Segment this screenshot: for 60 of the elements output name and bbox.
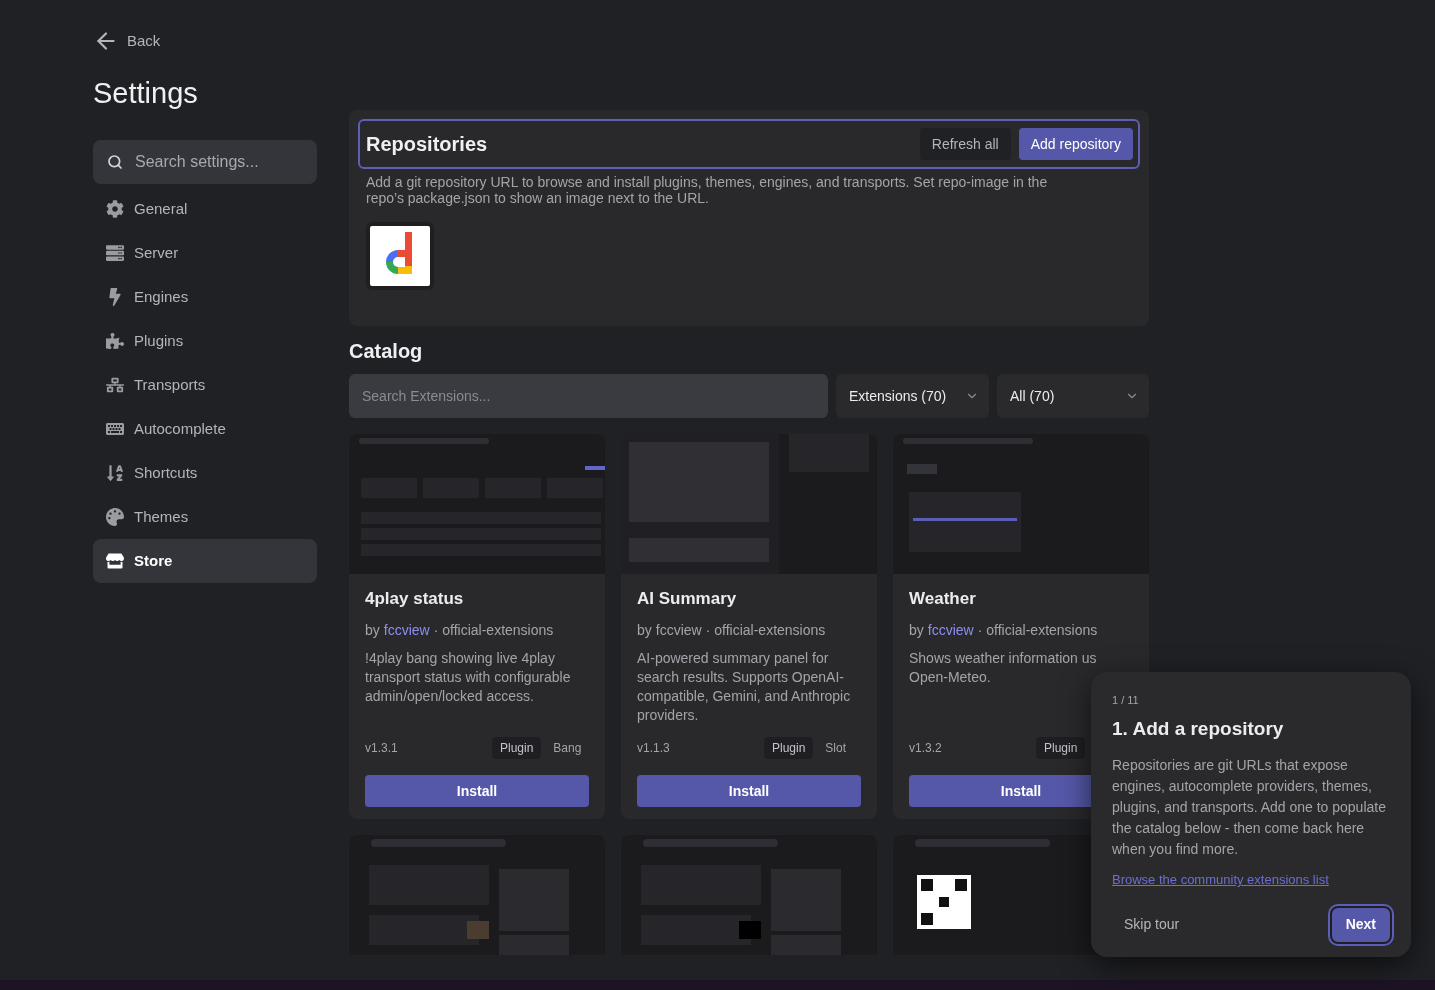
search-field[interactable]: Search settings... [93,140,317,184]
install-button[interactable]: Install [365,775,589,807]
search-icon [107,154,123,170]
sidebar-item[interactable]: Plugins [93,319,317,363]
sidebar-item[interactable]: General [93,187,317,231]
sidebar-item[interactable]: Transports [93,363,317,407]
network-icon [106,376,124,394]
section-title: Repositories [366,132,489,157]
by-label: by [637,620,652,640]
extension-name: AI Summary [637,588,738,610]
source-label: · official-extensions [433,620,554,640]
extension-description: AI-powered summary panel for search results. Supports OpenAI-compatible, Gemini, and Anthropic providers. [637,648,852,725]
server-icon [106,244,124,262]
extension-description: !4play bang showing live 4play transport status with configurable admin/open/locked access. [365,648,572,706]
extension-description: Shows weather information us Open-Meteo. [909,648,1098,687]
tag: Plugin [764,737,814,759]
by-label: by [365,620,380,640]
author-link[interactable]: fccview [927,619,974,641]
extension-name: Weather [909,588,977,610]
keyboard-icon [106,420,124,438]
sidebar-item[interactable]: Shortcuts [93,451,317,495]
sort-icon [106,464,124,482]
sidebar-item[interactable]: Autocomplete [93,407,317,451]
by-label: by [909,620,924,640]
tour-title: 1. Add a repository [1112,716,1285,741]
extension-search-field[interactable]: Search Extensions... [349,374,828,418]
sidebar-item[interactable]: Engines [93,275,317,319]
author-name: fccview [655,620,702,640]
tag: Plugin [1036,737,1086,759]
tag: Plugin [492,737,542,759]
add-repository-button[interactable]: Add repository [1018,128,1133,160]
sidebar-item[interactable]: Store [93,539,317,583]
tag: Bang [545,737,590,759]
repositories-description: Add a git repository URL to browse and install plugins, themes, engines, and transports. Set repo-image in the repo’s package.json to show an image next to the URL. [365,174,1049,206]
tag: Slot [817,737,855,759]
back-button[interactable]: Back [93,28,317,54]
version-label: v1.1.3 [637,740,670,757]
version-label: v1.3.1 [365,740,398,757]
version-label: v1.3.2 [909,740,942,757]
source-label: · official-extensions [705,620,826,640]
next-button[interactable]: Next [1329,905,1392,944]
sidebar-item[interactable]: Server [93,231,317,275]
refresh-button[interactable]: Refresh all [919,128,1011,160]
page-title: Settings [93,76,199,111]
gear-icon [106,200,124,218]
filter-dropdown[interactable]: All (70) [997,374,1149,418]
author-link[interactable]: fccview [383,619,430,641]
step-counter: 1 / 11 [1112,693,1140,708]
skip-tour-button[interactable]: Skip tour [1124,914,1180,935]
repo-logo [370,226,430,286]
filter-dropdown[interactable]: Extensions (70) [836,374,989,418]
lightning-icon [106,288,124,306]
palette-icon [106,508,124,526]
source-label: · official-extensions [977,620,1098,640]
extension-name: 4play status [365,588,465,610]
section-title: Catalog [349,339,424,364]
install-button[interactable]: Install [637,775,861,807]
sidebar-item[interactable]: Themes [93,495,317,539]
puzzle-icon [106,332,124,350]
store-icon [106,552,124,570]
